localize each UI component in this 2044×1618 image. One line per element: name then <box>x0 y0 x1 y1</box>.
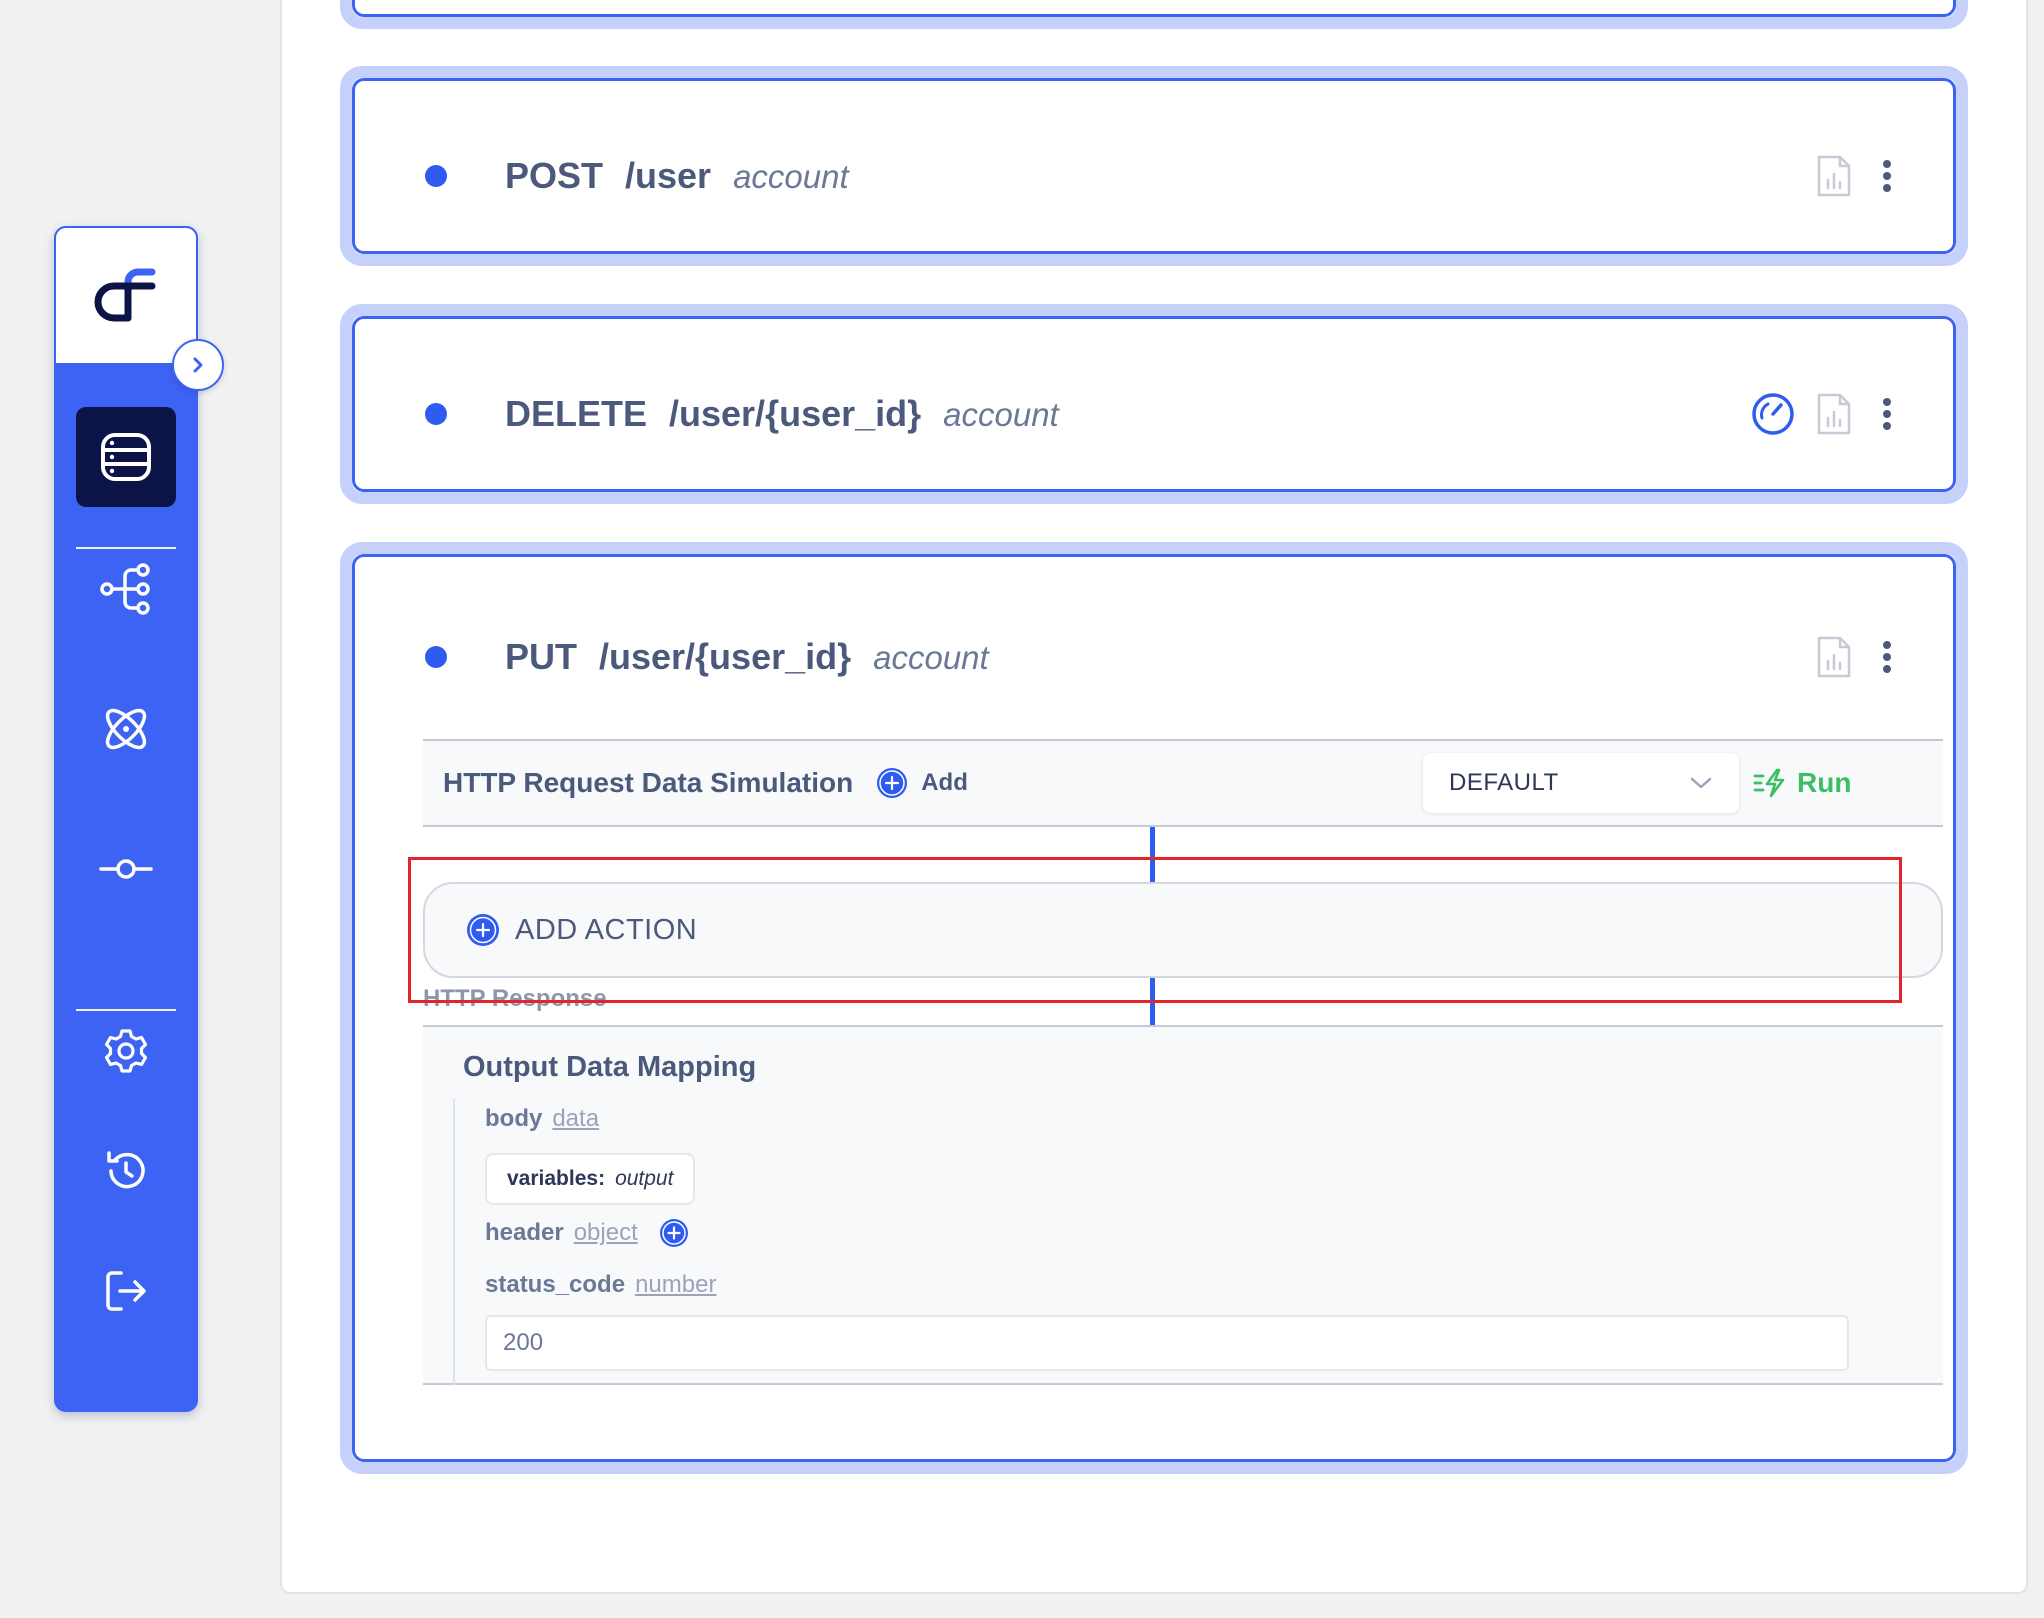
plus-circle-icon <box>877 768 908 798</box>
status-dot <box>425 165 447 187</box>
endpoint-card-post[interactable]: POST /user account <box>340 66 1968 266</box>
history-icon <box>107 1151 145 1189</box>
gauge-icon[interactable] <box>1751 392 1795 436</box>
mapping-title: Output Data Mapping <box>463 1051 757 1083</box>
chip-key: variables: <box>507 1167 606 1190</box>
endpoint-card-delete[interactable]: DELETE /user/{user_id} account <box>340 304 1968 504</box>
endpoint-tag: account <box>943 396 1059 433</box>
chevron-down-icon <box>1690 777 1712 789</box>
mapping-rail <box>453 1099 455 1385</box>
add-label: Add <box>921 769 968 796</box>
flow-connector <box>1150 827 1155 882</box>
logo-icon <box>94 268 156 321</box>
nav-commit[interactable] <box>76 819 176 919</box>
endpoint-tag: account <box>873 639 989 676</box>
add-simulation-button[interactable]: Add <box>875 766 968 800</box>
field-name: body <box>485 1105 543 1132</box>
status-code-input[interactable] <box>485 1315 1849 1371</box>
nav-logout[interactable] <box>76 1241 176 1341</box>
nav-flow[interactable] <box>76 539 176 639</box>
report-icon[interactable] <box>1815 154 1853 198</box>
more-options-icon[interactable] <box>1881 639 1893 675</box>
logout-icon <box>106 1271 146 1311</box>
field-name: header <box>485 1219 564 1246</box>
field-body: body data <box>485 1105 599 1133</box>
endpoint-card-put[interactable]: PUT /user/{user_id} account HTTP Request… <box>340 542 1968 1474</box>
simulation-select[interactable]: DEFAULT <box>1423 753 1739 813</box>
chip-value: output <box>615 1167 674 1190</box>
select-value: DEFAULT <box>1449 769 1559 796</box>
simulation-bar: HTTP Request Data Simulation Add DEFAULT… <box>423 739 1943 827</box>
status-dot <box>425 403 447 425</box>
endpoint-card-partial[interactable] <box>340 0 1968 29</box>
settings-icon <box>104 1029 148 1073</box>
endpoint-method: POST <box>505 155 604 196</box>
endpoint-method: DELETE <box>505 393 648 434</box>
sidebar <box>54 226 224 1412</box>
field-name: status_code <box>485 1271 626 1298</box>
endpoint-tag: account <box>733 158 849 195</box>
more-options-icon[interactable] <box>1881 396 1893 432</box>
endpoint-method: PUT <box>505 636 577 677</box>
endpoint-path: /user/{user_id} <box>599 636 852 677</box>
lightning-icon <box>1753 768 1785 798</box>
logo[interactable] <box>54 226 198 363</box>
flow-connector <box>1150 978 1155 1027</box>
add-header-icon[interactable] <box>658 1217 690 1249</box>
flow-icon <box>100 563 150 615</box>
add-action-label: ADD ACTION <box>515 913 698 946</box>
chevron-right-icon <box>193 357 203 373</box>
run-button[interactable]: Run <box>1753 753 1851 813</box>
field-type-link[interactable]: number <box>635 1271 716 1299</box>
more-options-icon[interactable] <box>1881 158 1893 194</box>
add-action-button[interactable]: ADD ACTION <box>423 882 1943 978</box>
database-icon <box>101 433 151 481</box>
http-response-label: HTTP Response <box>423 985 607 1012</box>
status-dot <box>425 646 447 668</box>
report-icon[interactable] <box>1815 392 1853 436</box>
report-icon[interactable] <box>1815 635 1853 679</box>
endpoint-path: /user/{user_id} <box>669 393 922 434</box>
commit-icon <box>99 859 153 879</box>
simulation-title: HTTP Request Data Simulation <box>443 767 854 798</box>
nav-database[interactable] <box>76 407 176 507</box>
field-header: header object <box>485 1217 690 1249</box>
field-type-link[interactable]: object <box>574 1219 638 1247</box>
nav-history[interactable] <box>76 1121 176 1221</box>
nav-atom[interactable] <box>76 679 176 779</box>
atom-icon <box>105 708 147 750</box>
endpoint-path: /user <box>625 155 712 196</box>
plus-circle-icon <box>467 914 499 946</box>
field-type-link[interactable]: data <box>552 1105 599 1133</box>
nav-settings[interactable] <box>76 1001 176 1101</box>
expand-sidebar-button[interactable] <box>172 339 224 391</box>
output-data-mapping: Output Data Mapping body data variables:… <box>423 1027 1943 1385</box>
variables-chip[interactable]: variables: output <box>485 1153 696 1205</box>
run-label: Run <box>1797 767 1852 798</box>
field-status-code: status_code number <box>485 1271 716 1299</box>
